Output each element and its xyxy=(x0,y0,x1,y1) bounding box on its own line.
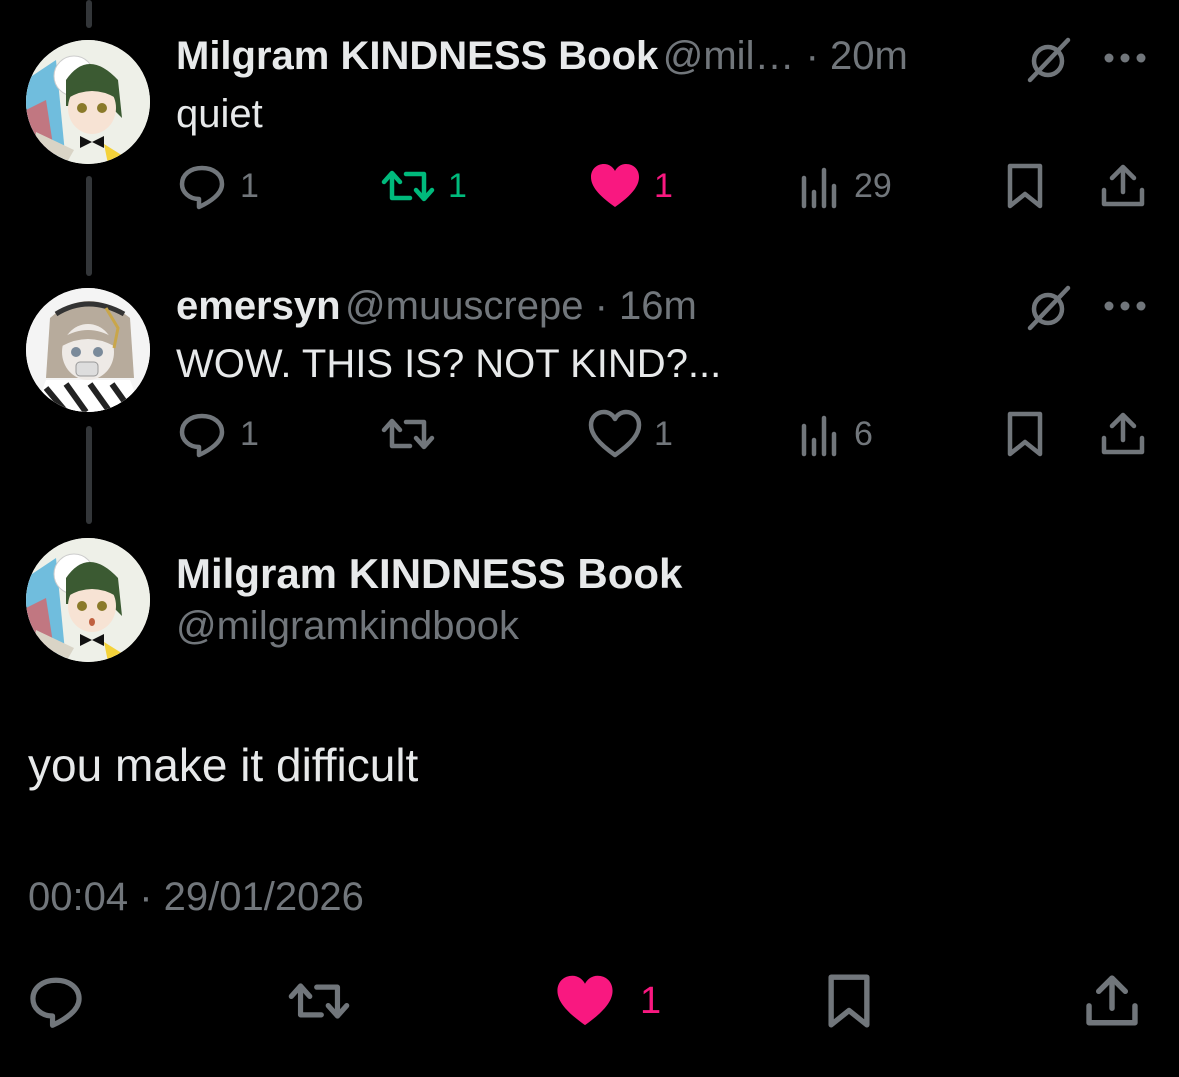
handle-and-time[interactable]: @muuscrepe · 16m xyxy=(345,284,697,328)
views-button[interactable]: 29 xyxy=(798,156,892,216)
reply-icon xyxy=(179,165,225,210)
thread-line-top xyxy=(86,0,92,28)
grok-icon[interactable] xyxy=(1024,36,1072,84)
thread-line-2 xyxy=(86,426,92,524)
views-icon xyxy=(801,167,837,209)
repost-icon xyxy=(381,170,435,202)
avatar-illustration xyxy=(26,538,150,662)
repost-icon xyxy=(381,418,435,450)
avatar-illustration xyxy=(26,288,150,412)
reply-icon xyxy=(30,977,82,1028)
like-button[interactable]: 1 xyxy=(588,404,673,464)
like-count: 1 xyxy=(640,979,662,1022)
reply-icon xyxy=(179,413,225,458)
share-button[interactable] xyxy=(1084,966,1140,1036)
share-button[interactable] xyxy=(1100,156,1146,216)
avatar[interactable] xyxy=(26,40,150,164)
display-name[interactable]: Milgram KINDNESS Book xyxy=(176,34,658,78)
bookmark-icon xyxy=(1007,163,1043,209)
views-count: 6 xyxy=(854,414,873,453)
timestamp[interactable]: 00:04 · 29/01/2026 xyxy=(28,875,364,920)
more-icon[interactable] xyxy=(1104,296,1146,316)
avatar[interactable] xyxy=(26,288,150,412)
more-icon[interactable] xyxy=(1104,48,1146,68)
repost-button[interactable] xyxy=(286,966,352,1036)
views-button[interactable]: 6 xyxy=(798,404,873,464)
reply-count: 1 xyxy=(240,414,259,453)
bookmark-icon xyxy=(1007,411,1043,457)
handle[interactable]: @milgramkindbook xyxy=(176,604,519,649)
like-icon xyxy=(557,975,613,1026)
bookmark-button[interactable] xyxy=(1004,404,1046,464)
share-icon xyxy=(1101,412,1145,455)
like-button[interactable]: 1 xyxy=(588,156,673,216)
share-icon xyxy=(1101,164,1145,207)
avatar-illustration xyxy=(26,40,150,164)
repost-count: 1 xyxy=(448,166,467,205)
repost-button[interactable] xyxy=(380,404,448,464)
reply-button[interactable]: 1 xyxy=(176,156,259,216)
like-count: 1 xyxy=(654,166,673,205)
action-bar: 1 1 6 xyxy=(176,404,1156,464)
display-name[interactable]: emersyn xyxy=(176,284,341,328)
tweet-text: quiet xyxy=(176,92,263,136)
like-icon xyxy=(588,409,642,458)
avatar[interactable] xyxy=(26,538,150,662)
like-icon xyxy=(591,164,639,207)
like-count: 1 xyxy=(654,414,673,453)
share-icon xyxy=(1086,975,1138,1026)
action-bar: 1 1 1 29 xyxy=(176,156,1156,216)
like-button[interactable]: 1 xyxy=(554,966,661,1036)
repost-button[interactable]: 1 xyxy=(380,156,467,216)
display-name[interactable]: Milgram KINDNESS Book xyxy=(176,550,682,598)
views-count: 29 xyxy=(854,166,892,205)
bookmark-icon xyxy=(828,974,870,1028)
share-button[interactable] xyxy=(1100,404,1146,464)
bookmark-button[interactable] xyxy=(1004,156,1046,216)
main-action-bar: 1 xyxy=(0,960,1179,1040)
bookmark-button[interactable] xyxy=(824,966,874,1036)
thread-line-1 xyxy=(86,176,92,276)
repost-icon xyxy=(288,983,350,1019)
tweet-text: you make it difficult xyxy=(28,739,419,791)
handle-and-time[interactable]: @mil… · 20m xyxy=(663,34,908,78)
reply-button[interactable]: 1 xyxy=(176,404,259,464)
reply-button[interactable] xyxy=(26,966,86,1036)
views-icon xyxy=(801,415,837,457)
tweet-text: WOW. THIS IS? NOT KIND?... xyxy=(176,342,722,386)
reply-count: 1 xyxy=(240,166,259,205)
grok-icon[interactable] xyxy=(1024,284,1072,332)
